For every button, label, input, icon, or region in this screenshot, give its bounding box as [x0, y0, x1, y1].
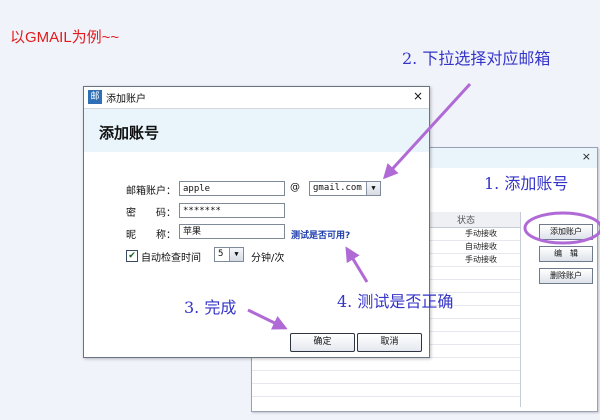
step2-annotation: 2. 下拉选择对应邮箱	[402, 49, 551, 68]
step1-annotation: 1. 添加账号	[484, 174, 569, 193]
step3-annotation: 3. 完成	[184, 298, 237, 317]
arrow-to-ok-button	[247, 308, 288, 330]
arrow-to-domain-select	[382, 82, 472, 180]
step4-annotation: 4. 测试是否正确	[337, 292, 454, 311]
arrow-to-test-link	[345, 246, 369, 283]
add-account-highlight	[523, 211, 600, 245]
